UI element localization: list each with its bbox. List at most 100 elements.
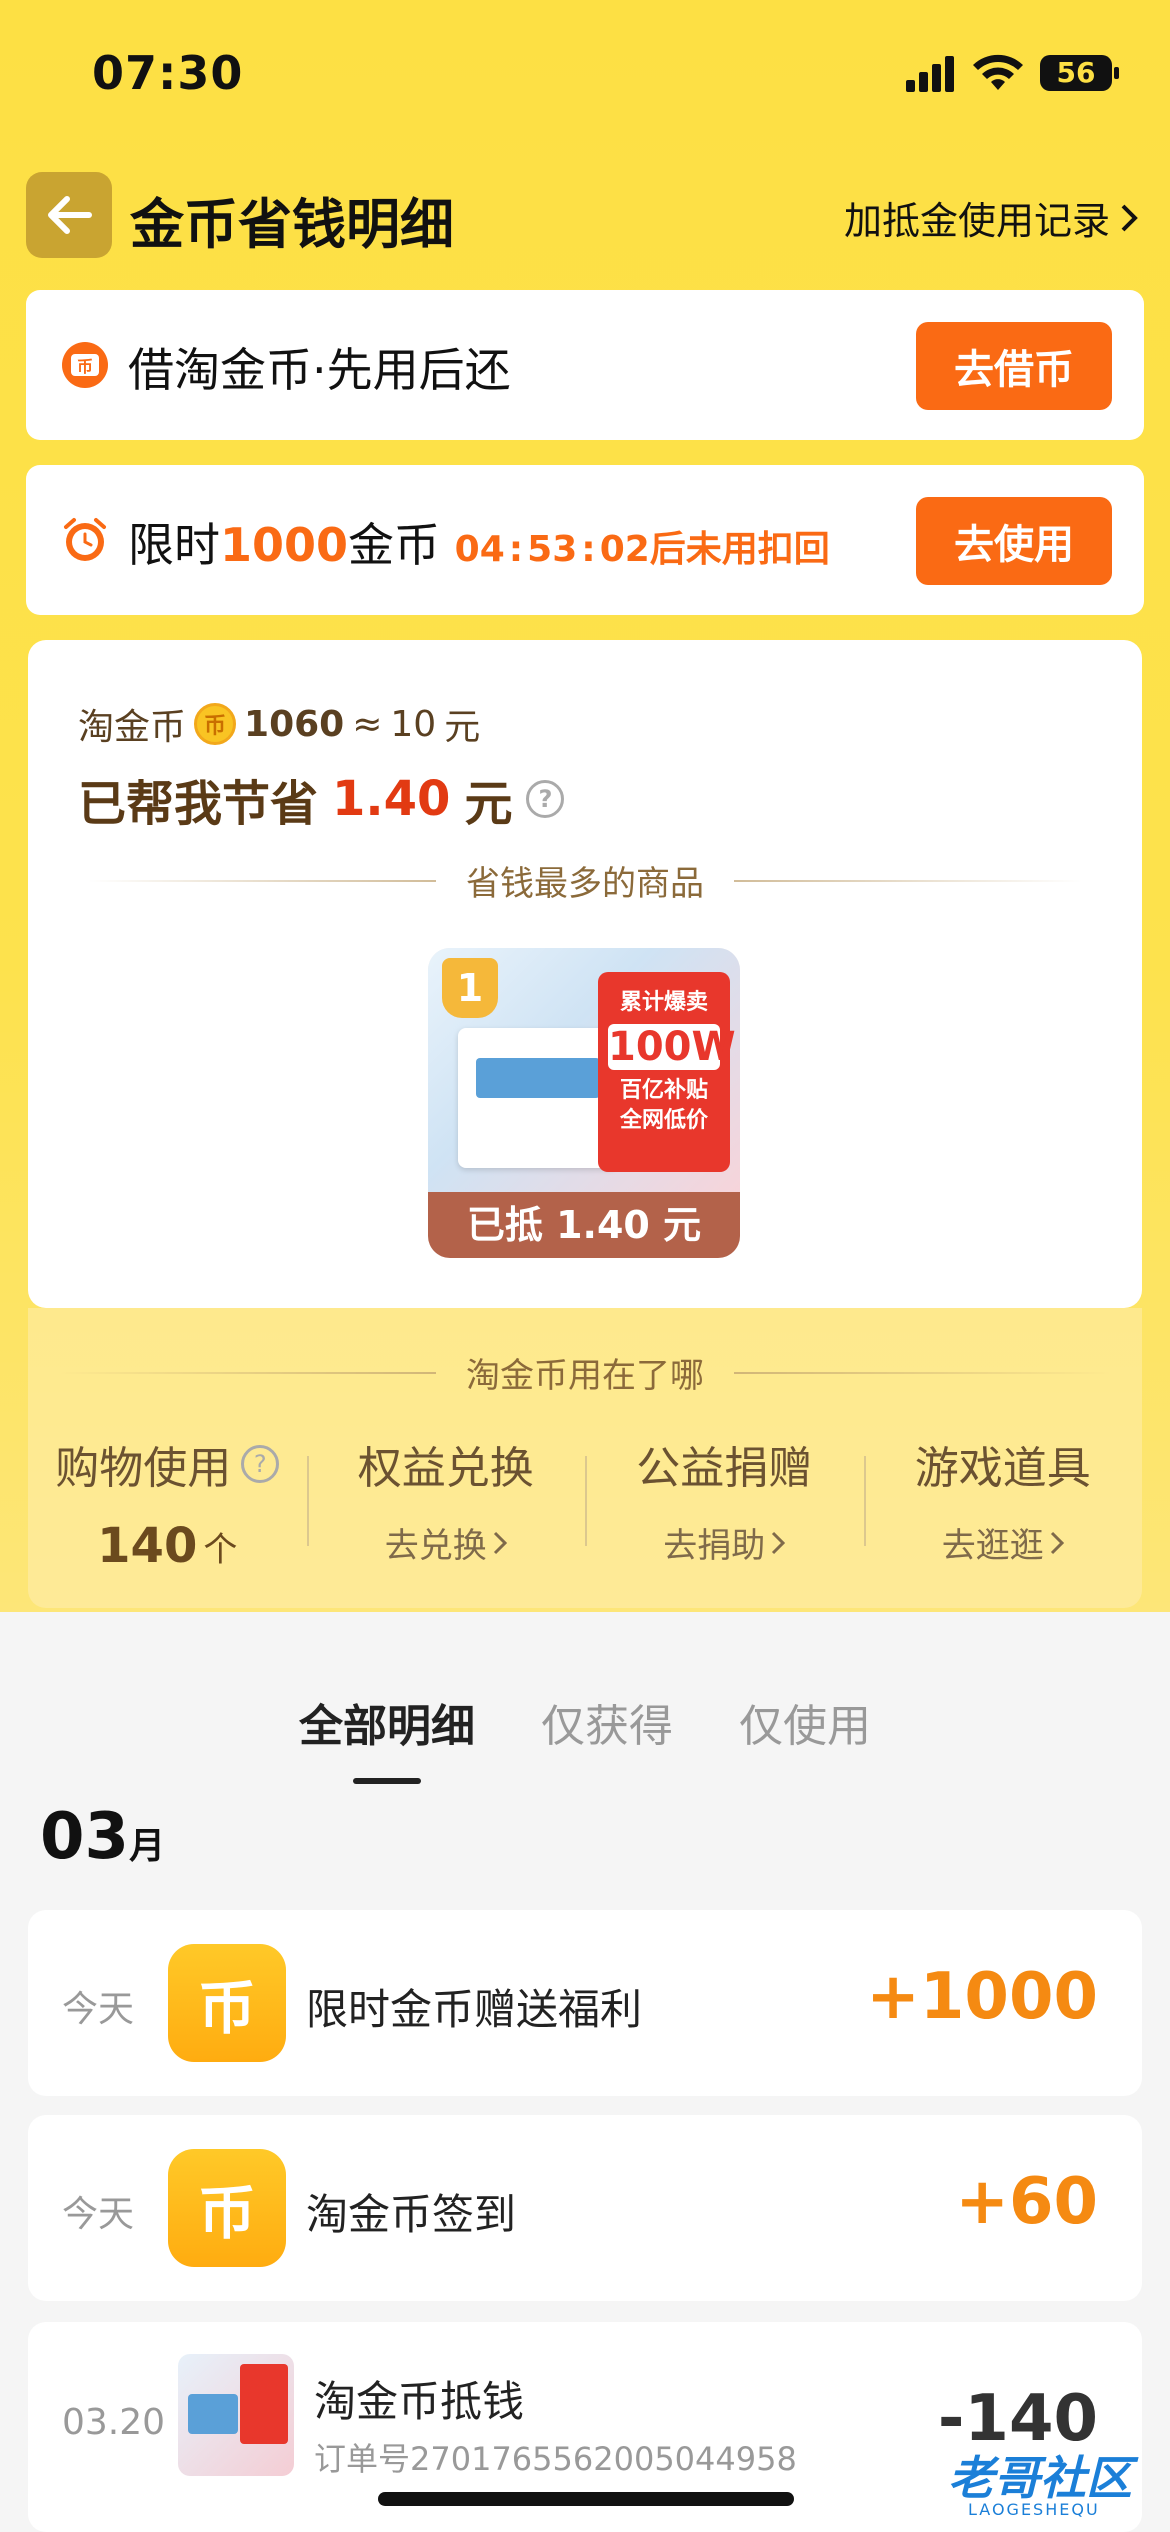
countdown-hours: 04 bbox=[454, 529, 505, 570]
borrow-coin-text: 借淘金币·先用后还 bbox=[128, 343, 511, 397]
usage-record-link[interactable]: 加抵金使用记录 bbox=[844, 190, 1138, 245]
limited-amount: 1000 bbox=[220, 518, 349, 572]
order-number: 订单号2701765562005044958 bbox=[314, 2440, 797, 2478]
battery-icon: 56 bbox=[1040, 55, 1119, 91]
saved-amount: 1.40 bbox=[332, 771, 451, 827]
usage-game-link[interactable]: 去逛逛 bbox=[864, 1518, 1143, 1567]
usage-record-label: 加抵金使用记录 bbox=[843, 199, 1110, 243]
deducted-amount-label: 已抵 1.40 元 bbox=[428, 1192, 740, 1258]
tissue-box-image bbox=[458, 1028, 618, 1168]
saved-prefix: 已帮我节省 bbox=[78, 776, 319, 832]
coin-bag-icon: 币 bbox=[62, 342, 108, 388]
transaction-date: 今天 bbox=[62, 1989, 135, 2030]
coin-yuan-value: 10 bbox=[390, 703, 437, 745]
countdown-minutes: 53 bbox=[527, 529, 578, 570]
countdown-seconds: 02 bbox=[599, 529, 650, 570]
usage-columns: 购物使用 ? 140 个 权益兑换 去兑换 公益捐赠 去捐助 游戏道具 去逛逛 bbox=[28, 1432, 1142, 1574]
gold-coin-icon: 币 bbox=[194, 703, 237, 745]
coin-icon: 币 bbox=[168, 1944, 286, 2062]
saved-unit: 元 bbox=[464, 776, 513, 832]
usage-donate[interactable]: 公益捐赠 去捐助 bbox=[585, 1432, 864, 1574]
usage-shopping-unit: 个 bbox=[203, 1529, 238, 1570]
approx-sign: ≈ bbox=[352, 703, 383, 745]
watermark-logo: 老哥社区 LAOGESHEQU bbox=[908, 2430, 1158, 2520]
status-time: 07:30 bbox=[92, 46, 244, 100]
arrow-left-icon bbox=[48, 196, 92, 234]
top-products-divider: 省钱最多的商品 bbox=[88, 856, 1082, 905]
usage-redeem-label: 权益兑换 bbox=[357, 1443, 534, 1494]
detail-tabs: 全部明细 仅获得 仅使用 bbox=[0, 1690, 1170, 1754]
limited-coin-banner: 限时1000金币 04:53:02后未用扣回 去使用 bbox=[26, 465, 1144, 615]
saved-amount-line: 已帮我节省 1.40 元 ? bbox=[78, 764, 565, 834]
chevron-right-icon bbox=[1121, 204, 1138, 231]
product-thumbnail bbox=[178, 2354, 294, 2476]
usage-title: 淘金币用在了哪 bbox=[466, 1356, 704, 1396]
month-heading: 03月 bbox=[40, 1800, 165, 1874]
countdown-tail: 后未用扣回 bbox=[649, 529, 830, 570]
alarm-clock-icon bbox=[64, 518, 106, 561]
usage-shopping-label: 购物使用 bbox=[55, 1443, 232, 1494]
tab-all[interactable]: 全部明细 bbox=[299, 1690, 475, 1754]
help-icon[interactable]: ? bbox=[526, 780, 565, 818]
status-bar: 07:30 56 bbox=[0, 0, 1170, 150]
coin-label: 淘金币 bbox=[78, 707, 187, 748]
transaction-item[interactable]: 今天 币 淘金币签到 +60 bbox=[28, 2115, 1142, 2301]
page-title: 金币省钱明细 bbox=[130, 193, 454, 256]
countdown-timer: 04:53:02 bbox=[454, 529, 650, 570]
usage-donate-sub: 去捐助 bbox=[663, 1526, 766, 1566]
transaction-item[interactable]: 今天 币 限时金币赠送福利 +1000 bbox=[28, 1910, 1142, 2096]
watermark-text: 老哥社区 bbox=[948, 2451, 1132, 2505]
tab-used[interactable]: 仅使用 bbox=[739, 1690, 871, 1754]
chevron-right-icon bbox=[1050, 1531, 1064, 1554]
product-promo-panel: 累计爆卖 100W 百亿补贴 全网低价 bbox=[598, 972, 736, 1172]
help-icon[interactable]: ? bbox=[241, 1445, 280, 1483]
promo-big-text: 100W bbox=[608, 1024, 736, 1070]
transaction-amount: +60 bbox=[955, 2165, 1098, 2239]
limited-suffix: 金币 bbox=[348, 518, 441, 572]
top-products-title: 省钱最多的商品 bbox=[466, 864, 704, 904]
usage-shopping-count: 140 个 bbox=[28, 1518, 307, 1574]
usage-redeem-sub: 去兑换 bbox=[384, 1526, 487, 1566]
yuan-unit: 元 bbox=[444, 707, 481, 748]
usage-shopping[interactable]: 购物使用 ? 140 个 bbox=[28, 1432, 307, 1574]
rank-badge: 1 bbox=[442, 958, 498, 1018]
usage-donate-label: 公益捐赠 bbox=[636, 1443, 813, 1494]
svg-text:币: 币 bbox=[77, 357, 93, 376]
usage-redeem[interactable]: 权益兑换 去兑换 bbox=[306, 1432, 586, 1574]
borrow-coin-banner: 币 借淘金币·先用后还 去借币 bbox=[26, 290, 1144, 440]
tab-earned[interactable]: 仅获得 bbox=[541, 1690, 673, 1754]
savings-card: 淘金币 币 1060 ≈ 10 元 已帮我节省 1.40 元 ? 省钱最多的商品… bbox=[28, 640, 1142, 1308]
promo-line-2: 百亿补贴 bbox=[619, 1078, 708, 1103]
promo-line-3: 全网低价 bbox=[619, 1108, 708, 1133]
limited-prefix: 限时 bbox=[128, 518, 220, 572]
wifi-icon bbox=[973, 54, 1023, 90]
cellular-signal-icon bbox=[906, 56, 956, 92]
promo-line-1: 累计爆卖 bbox=[619, 990, 708, 1015]
usage-game-label: 游戏道具 bbox=[914, 1443, 1091, 1494]
month-number: 03 bbox=[40, 1800, 130, 1874]
coin-balance-line: 淘金币 币 1060 ≈ 10 元 bbox=[78, 698, 480, 750]
watermark-subtext: LAOGESHEQU bbox=[968, 2500, 1100, 2519]
use-coin-button[interactable]: 去使用 bbox=[916, 497, 1112, 585]
limited-coin-text: 限时1000金币 04:53:02后未用扣回 bbox=[128, 509, 830, 575]
back-button[interactable] bbox=[26, 172, 112, 258]
transaction-title: 淘金币抵钱 bbox=[314, 2377, 525, 2426]
home-indicator[interactable] bbox=[378, 2492, 794, 2506]
top-product-card[interactable]: 累计爆卖 100W 百亿补贴 全网低价 1 已抵 1.40 元 bbox=[428, 948, 740, 1258]
usage-game[interactable]: 游戏道具 去逛逛 bbox=[863, 1432, 1143, 1574]
month-unit: 月 bbox=[129, 1826, 166, 1867]
chevron-right-icon bbox=[772, 1531, 786, 1554]
product-image: 累计爆卖 100W 百亿补贴 全网低价 1 bbox=[428, 948, 740, 1198]
usage-redeem-link[interactable]: 去兑换 bbox=[307, 1518, 586, 1567]
borrow-coin-button[interactable]: 去借币 bbox=[916, 322, 1112, 410]
usage-game-sub: 去逛逛 bbox=[941, 1526, 1044, 1566]
usage-shopping-value: 140 bbox=[97, 1518, 198, 1574]
usage-shopping-title: 购物使用 ? bbox=[28, 1432, 307, 1496]
usage-donate-link[interactable]: 去捐助 bbox=[585, 1518, 864, 1567]
usage-divider: 淘金币用在了哪 bbox=[60, 1348, 1110, 1397]
transaction-amount: +1000 bbox=[866, 1960, 1098, 2034]
transaction-date: 今天 bbox=[62, 2194, 135, 2235]
coin-count: 1060 bbox=[244, 703, 345, 745]
coin-icon: 币 bbox=[168, 2149, 286, 2267]
transaction-title: 限时金币赠送福利 bbox=[306, 1985, 643, 2034]
